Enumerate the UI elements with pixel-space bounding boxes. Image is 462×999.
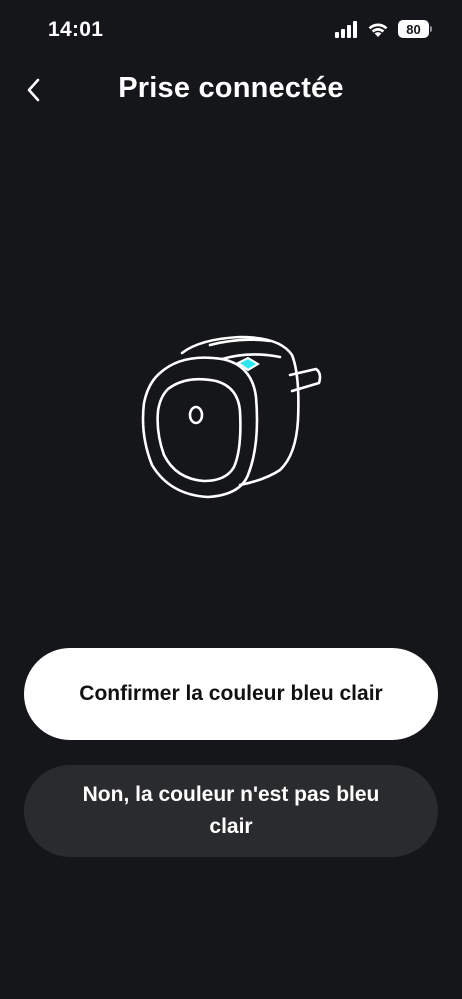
status-time: 14:01 [48,18,104,41]
page-title: Prise connectée [118,72,344,104]
confirm-color-button[interactable]: Confirmer la couleur bleu clair [24,648,438,740]
deny-color-button[interactable]: Non, la couleur n'est pas bleu clair [24,765,438,857]
status-icons: 80 [334,20,432,38]
battery-level: 80 [406,21,421,37]
status-bar: 14:01 80 [0,0,462,60]
screen: 14:01 80 Prise connectée Confirmer la co… [0,0,462,999]
smart-plug-illustration [141,335,322,499]
signal-icon [335,21,357,38]
wifi-icon [368,23,388,37]
header: Prise connectée [0,60,462,120]
battery-icon: 80 [398,20,432,38]
